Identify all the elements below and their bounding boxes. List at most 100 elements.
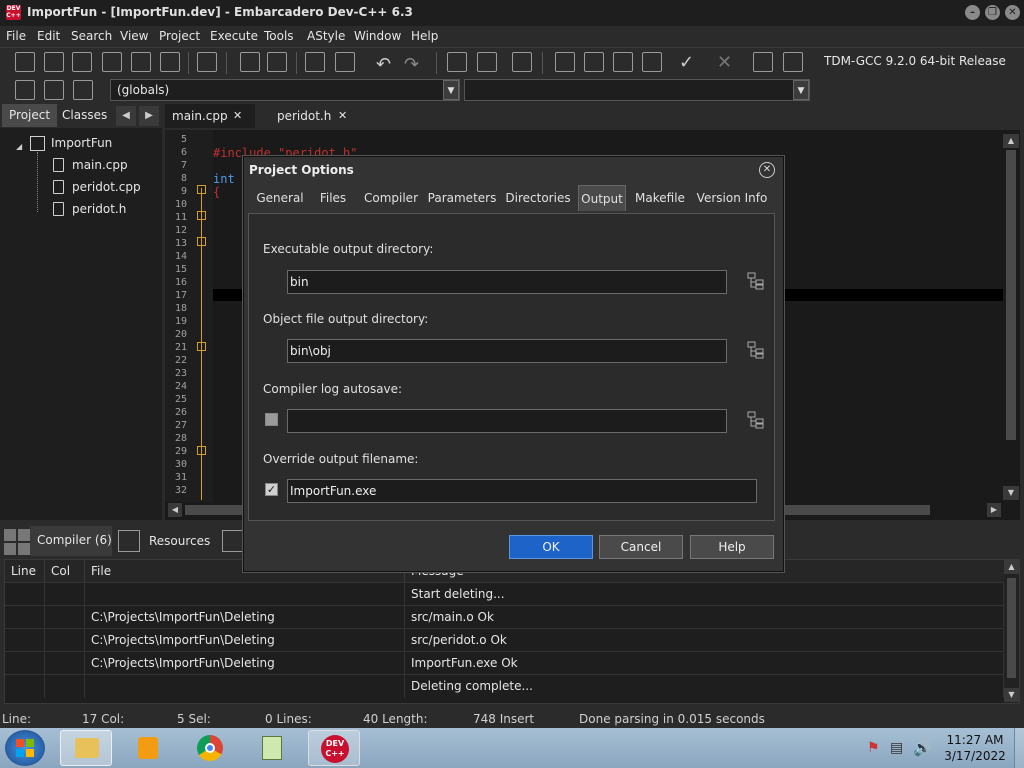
media-player-taskbar-button[interactable] [122,730,174,766]
scrollbar-thumb[interactable] [1007,578,1016,678]
tree-item-main-cpp[interactable]: main.cpp [72,158,128,172]
table-row[interactable]: Start deleting... [5,582,1005,606]
unindent-icon[interactable] [335,52,355,72]
run-icon[interactable] [584,52,604,72]
close-all-icon[interactable] [160,52,180,72]
insert-icon[interactable] [15,80,35,100]
browse-folder-icon[interactable] [747,341,765,359]
member-select[interactable] [464,79,810,101]
scroll-right-icon[interactable]: ▶ [987,503,1001,517]
browse-folder-icon[interactable] [747,272,765,290]
menu-help[interactable]: Help [411,29,438,43]
tab-version-info[interactable]: Version Info [694,185,770,211]
replace-icon[interactable] [267,52,287,72]
table-row[interactable]: C:\Projects\ImportFun\Deleting src/main.o… [5,605,1005,629]
save-all-icon[interactable] [102,52,122,72]
table-row[interactable]: C:\Projects\ImportFun\Deleting ImportFun.… [5,651,1005,675]
tree-item-peridot-h[interactable]: peridot.h [72,202,126,216]
toggle-bookmark-icon[interactable] [44,80,64,100]
compiler-select[interactable]: TDM-GCC 9.2.0 64-bit Release [818,51,1024,75]
undo-icon[interactable]: ↶ [376,54,391,75]
scope-select[interactable]: (globals) [110,79,460,101]
tab-parameters[interactable]: Parameters [426,185,498,211]
restore-button[interactable]: ❐ [985,5,1000,20]
tab-scroll-left-icon[interactable]: ◀ [116,106,136,126]
help-button[interactable]: Help [690,535,774,559]
chevron-down-icon[interactable]: ▼ [793,80,809,100]
compile-run-icon[interactable] [613,52,633,72]
close-icon[interactable]: ✕ [338,104,347,128]
override-filename-input[interactable]: ImportFun.exe [287,479,757,503]
tab-resources[interactable]: Resources [149,534,210,548]
tab-general[interactable]: General [250,185,310,211]
add-to-project-icon[interactable] [447,52,467,72]
editor-vertical-scrollbar[interactable]: ▲ ▼ [1003,134,1019,502]
column-header-line[interactable]: Line [5,560,45,582]
tree-item-peridot-cpp[interactable]: peridot.cpp [72,180,141,194]
override-filename-checkbox[interactable]: ✓ [265,483,278,496]
chrome-taskbar-button[interactable] [184,730,236,766]
volume-icon[interactable]: 🔊 [913,739,932,757]
chevron-down-icon[interactable]: ▼ [443,80,459,100]
compile-log-tab-icon[interactable] [222,530,242,552]
compiler-log-checkbox[interactable] [265,413,278,426]
tab-output[interactable]: Output [578,185,626,211]
minimize-button[interactable]: – [965,5,980,20]
scroll-up-icon[interactable]: ▲ [1004,560,1019,574]
tab-directories[interactable]: Directories [503,185,573,211]
compiler-log-input[interactable] [287,409,727,433]
menu-project[interactable]: Project [159,29,200,43]
rebuild-icon[interactable] [642,52,662,72]
grid-vertical-scrollbar[interactable]: ▲ ▼ [1004,560,1019,703]
devcpp-taskbar-button[interactable]: DEV C++ [308,730,360,766]
tab-scroll-right-icon[interactable]: ▶ [139,106,159,126]
ok-button[interactable]: OK [509,535,593,559]
dialog-close-button[interactable]: ✕ [759,162,775,178]
obj-dir-input[interactable]: bin\obj [287,339,727,363]
open-icon[interactable] [44,52,64,72]
project-options-icon[interactable] [512,52,532,72]
table-row[interactable]: Deleting complete... [5,674,1005,698]
fold-marker-icon[interactable] [197,185,206,194]
tab-main-cpp[interactable]: main.cpp ✕ [165,104,255,128]
scroll-up-icon[interactable]: ▲ [1003,134,1019,148]
stop-icon[interactable]: ✕ [717,52,732,73]
tab-compiler[interactable]: Compiler (6) [30,526,112,556]
tab-project[interactable]: Project [2,104,58,127]
cancel-button[interactable]: Cancel [599,535,683,559]
fold-marker-icon[interactable] [197,446,206,455]
menu-astyle[interactable]: AStyle [307,29,345,43]
delete-profile-icon[interactable] [783,52,803,72]
new-file-icon[interactable] [15,52,35,72]
print-icon[interactable] [197,52,217,72]
menu-tools[interactable]: Tools [264,29,294,43]
exe-dir-input[interactable]: bin [287,270,727,294]
find-icon[interactable] [240,52,260,72]
redo-icon[interactable]: ↷ [404,54,419,75]
notepad-taskbar-button[interactable] [246,730,298,766]
show-desktop-button[interactable] [1014,728,1024,768]
close-file-icon[interactable] [131,52,151,72]
tab-compiler[interactable]: Compiler [362,185,420,211]
tree-root-project[interactable]: ImportFun [51,136,112,150]
scroll-down-icon[interactable]: ▼ [1004,688,1019,702]
remove-from-project-icon[interactable] [477,52,497,72]
menu-search[interactable]: Search [71,29,112,43]
browse-folder-icon[interactable] [747,411,765,429]
action-center-icon[interactable]: ⚑ [867,740,880,756]
explorer-taskbar-button[interactable] [60,730,112,766]
scroll-left-icon[interactable]: ◀ [168,503,182,517]
start-button[interactable] [5,730,45,766]
tab-peridot-h[interactable]: peridot.h ✕ [270,104,360,128]
menu-file[interactable]: File [6,29,26,43]
column-header-col[interactable]: Col [45,560,85,582]
save-icon[interactable] [72,52,92,72]
close-icon[interactable]: ✕ [233,104,242,128]
menu-edit[interactable]: Edit [37,29,60,43]
tree-collapse-icon[interactable]: ◢ [16,142,24,151]
scrollbar-thumb[interactable] [1006,150,1016,440]
menu-window[interactable]: Window [354,29,401,43]
close-button[interactable]: ✕ [1005,5,1020,20]
tab-files[interactable]: Files [312,185,354,211]
clock[interactable]: 11:27 AM 3/17/2022 [940,733,1010,763]
